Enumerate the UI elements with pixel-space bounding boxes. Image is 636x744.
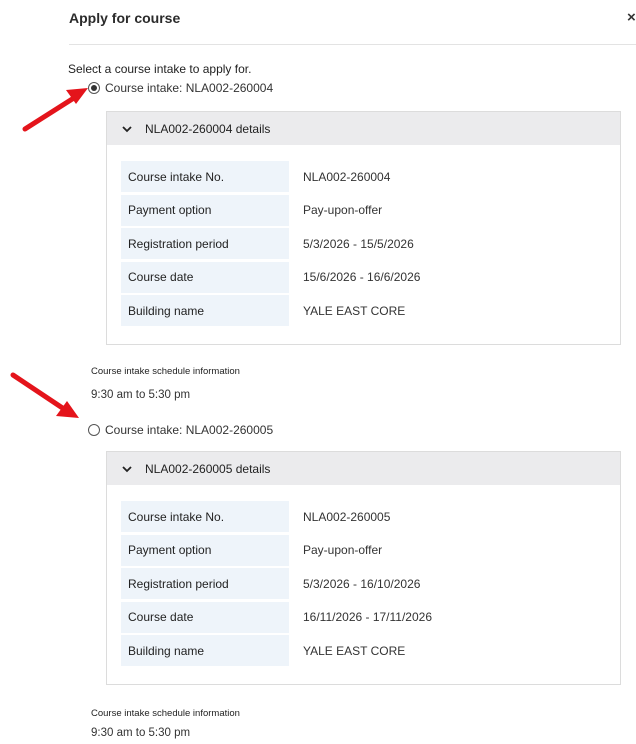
detail-row: Payment option Pay-upon-offer [121,194,606,228]
header-divider [69,44,636,45]
detail-row: Payment option Pay-upon-offer [121,534,606,568]
detail-row: Building name YALE EAST CORE [121,634,606,668]
detail-row: Building name YALE EAST CORE [121,294,606,328]
annotation-arrow-2 [10,372,79,418]
detail-row: Registration period 5/3/2026 - 15/5/2026 [121,227,606,261]
detail-label: Payment option [121,534,289,566]
detail-value: YALE EAST CORE [303,303,406,318]
intake-radio-label: Course intake: NLA002-260005 [105,423,274,437]
chevron-down-icon [122,122,136,136]
schedule-label-1: Course intake schedule information [91,366,240,377]
schedule-value-2: 9:30 am to 5:30 pm [91,727,191,739]
detail-value: YALE EAST CORE [303,643,406,658]
intake-radio-row-2[interactable]: Course intake: NLA002-260005 [88,423,273,437]
details-table: Course intake No. NLA002-260004 Payment … [107,145,620,344]
radio-button-selected[interactable] [88,82,100,94]
intake-details-panel-2: NLA002-260005 details Course intake No. … [106,451,621,685]
chevron-down-icon [122,462,136,476]
detail-value: NLA002-260005 [303,509,391,524]
details-header-label: NLA002-260005 details [145,461,271,476]
detail-label: Building name [121,635,289,667]
details-table: Course intake No. NLA002-260005 Payment … [107,485,620,684]
detail-label: Course intake No. [121,501,289,533]
detail-row: Course intake No. NLA002-260004 [121,160,606,194]
intake-details-header-1[interactable]: NLA002-260004 details [107,112,620,145]
detail-value: 16/11/2026 - 17/11/2026 [303,610,432,625]
detail-label: Registration period [121,568,289,600]
detail-label: Course intake No. [121,161,289,193]
detail-label: Building name [121,295,289,327]
detail-value: Pay-upon-offer [303,203,383,218]
schedule-label-2: Course intake schedule information [91,708,240,719]
detail-value: 5/3/2026 - 15/5/2026 [303,236,414,251]
intake-details-panel-1: NLA002-260004 details Course intake No. … [106,111,621,345]
detail-value: Pay-upon-offer [303,543,383,558]
detail-label: Payment option [121,194,289,226]
instruction-text: Select a course intake to apply for. [68,62,252,76]
detail-row: Registration period 5/3/2026 - 16/10/202… [121,567,606,601]
close-icon[interactable]: × [627,9,636,27]
dialog-title: Apply for course [69,10,181,26]
radio-button[interactable] [88,424,100,436]
details-header-label: NLA002-260004 details [145,121,271,136]
detail-value: 5/3/2026 - 16/10/2026 [303,576,421,591]
detail-label: Course date [121,261,289,293]
detail-row: Course date 15/6/2026 - 16/6/2026 [121,261,606,295]
detail-label: Registration period [121,228,289,260]
schedule-value-1: 9:30 am to 5:30 pm [91,389,191,401]
detail-row: Course intake No. NLA002-260005 [121,500,606,534]
intake-details-header-2[interactable]: NLA002-260005 details [107,452,620,485]
intake-radio-label: Course intake: NLA002-260004 [105,81,274,95]
intake-radio-row-1[interactable]: Course intake: NLA002-260004 [88,81,273,95]
detail-label: Course date [121,601,289,633]
detail-value: NLA002-260004 [303,169,391,184]
detail-value: 15/6/2026 - 16/6/2026 [303,270,421,285]
detail-row: Course date 16/11/2026 - 17/11/2026 [121,601,606,635]
